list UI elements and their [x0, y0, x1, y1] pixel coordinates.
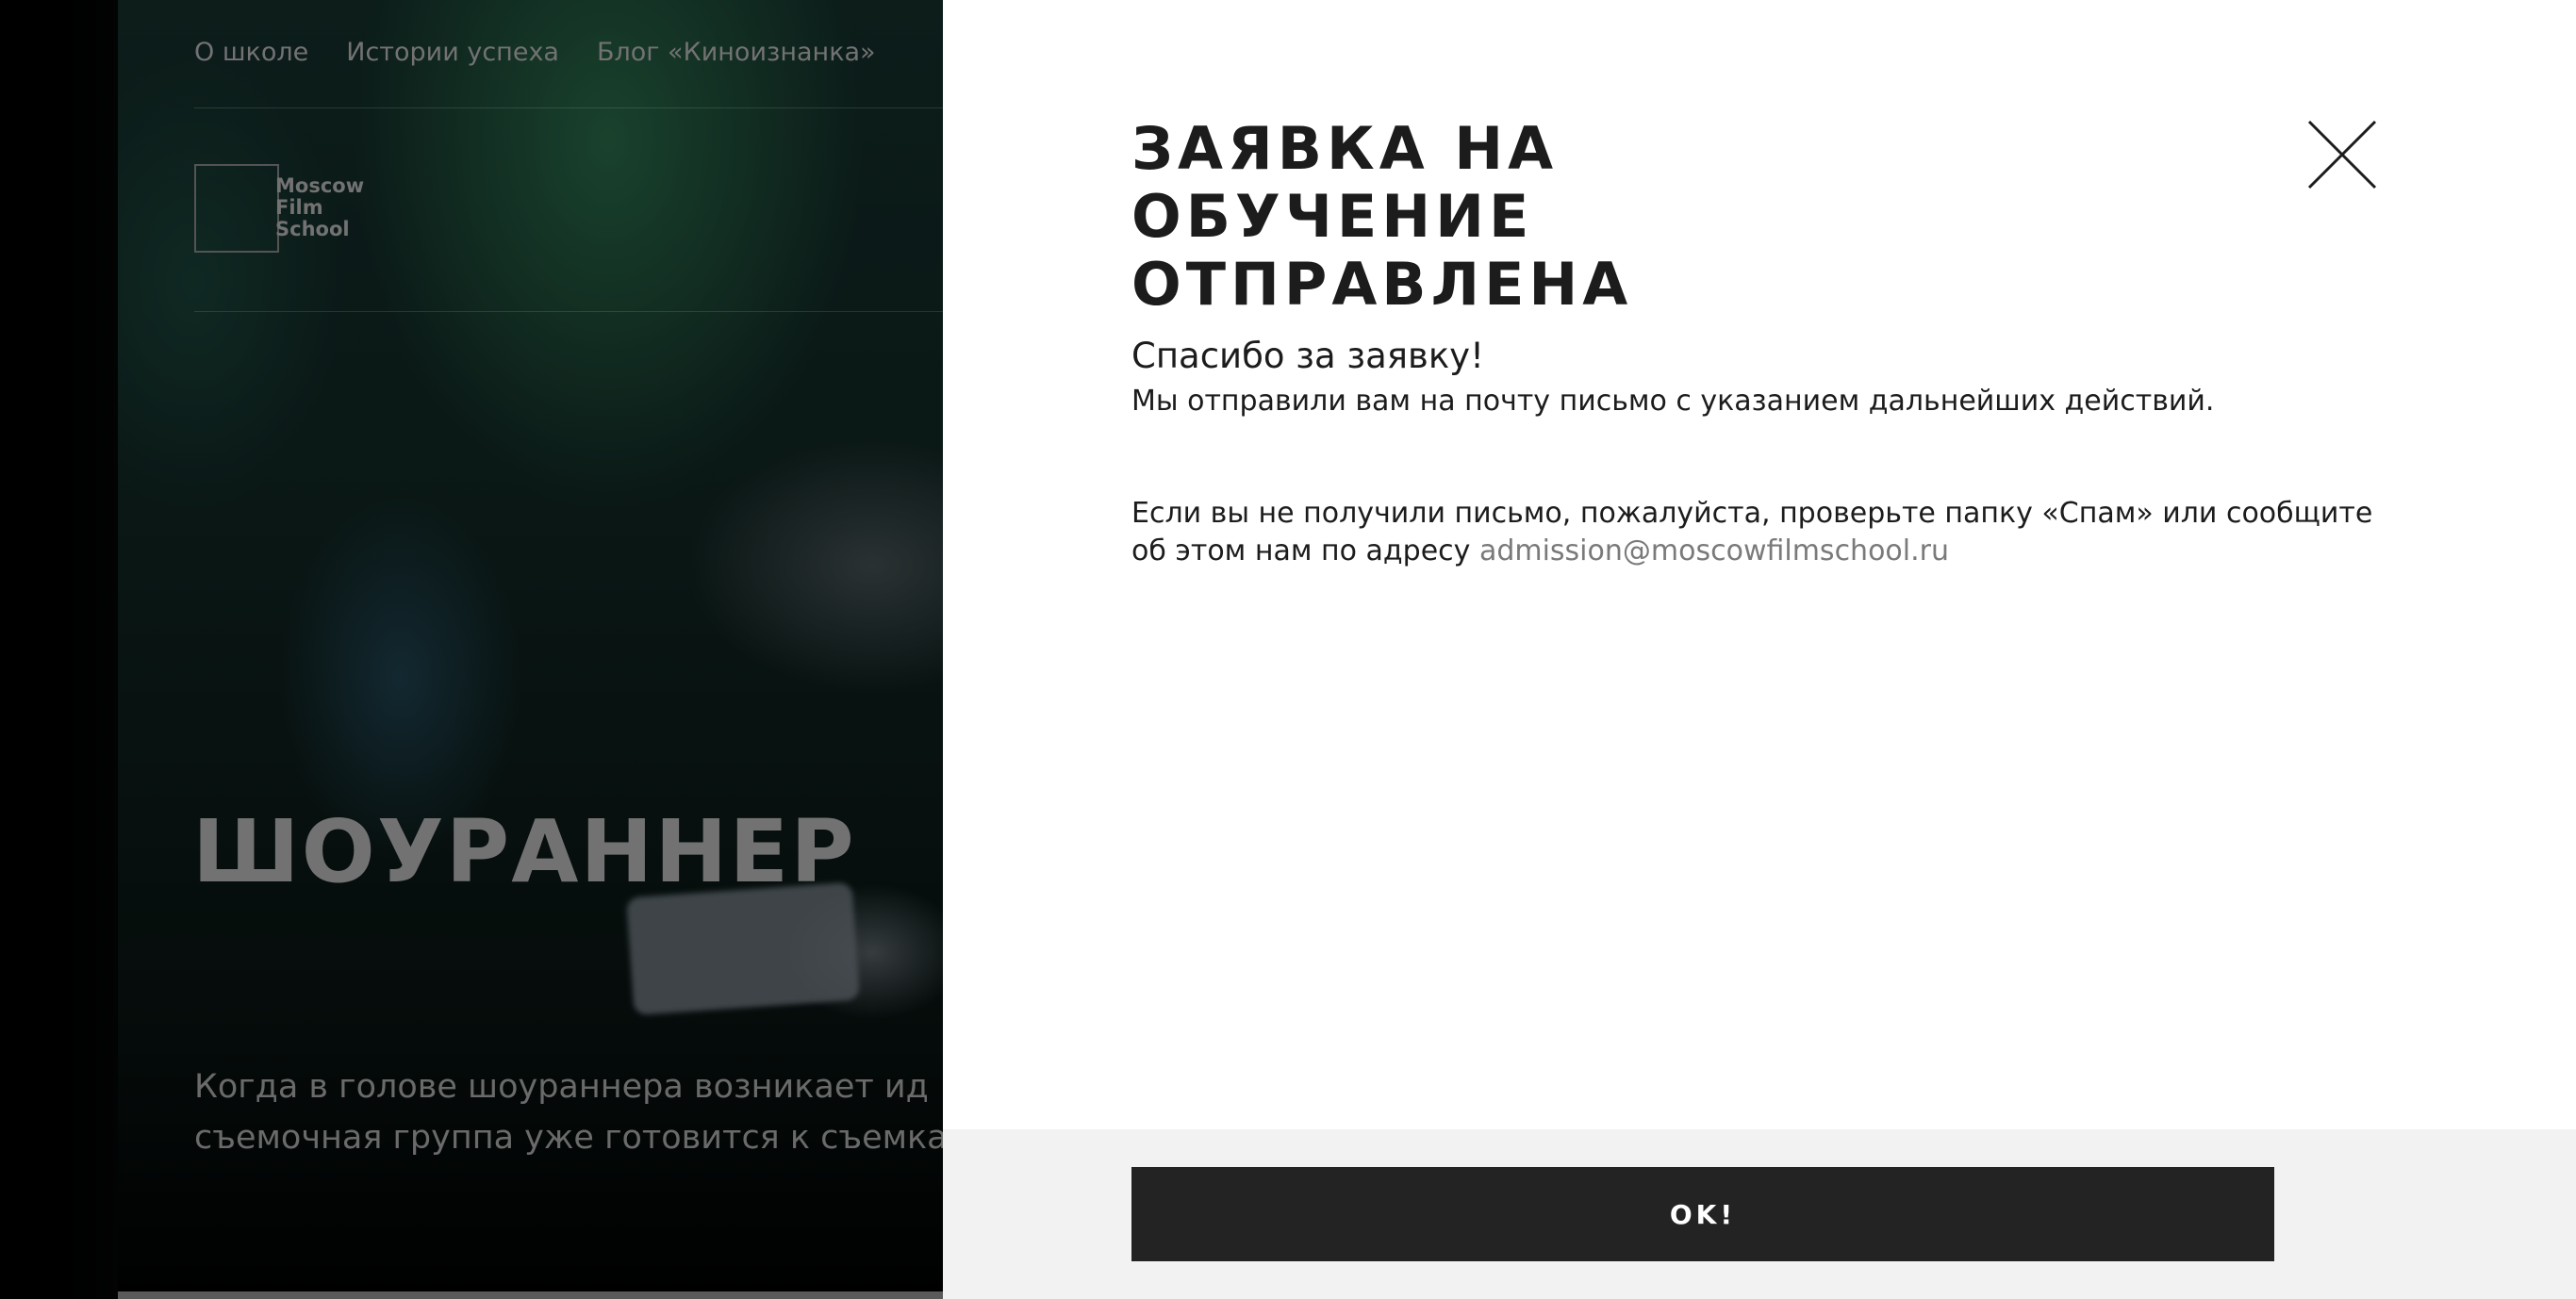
logo-divider — [194, 311, 943, 312]
admission-email-link[interactable]: admission@moscowfilmschool.ru — [1479, 534, 1949, 567]
close-icon — [2307, 120, 2377, 189]
ok-button[interactable]: OK! — [1131, 1167, 2274, 1261]
logo-text: Moscow Film School — [275, 175, 370, 240]
logo-line-3: School — [275, 218, 350, 240]
close-button[interactable] — [2306, 119, 2378, 190]
course-description-line-1: Когда в голове шоураннера возникает ид — [194, 1068, 929, 1106]
school-logo[interactable]: Moscow Film School — [194, 164, 364, 258]
application-sent-modal: ЗАЯВКА НА ОБУЧЕНИЕ ОТПРАВЛЕНА Спасибо за… — [943, 0, 2576, 1299]
header-divider — [194, 107, 943, 108]
top-navigation: О школе Истории успеха Блог «Киноизнанка… — [194, 38, 876, 67]
hero-left-shade — [0, 0, 118, 1299]
modal-footer: OK! — [943, 1129, 2576, 1299]
spam-notice: Если вы не получили письмо, пожалуйста, … — [1131, 495, 2376, 570]
background-page: О школе Истории успеха Блог «Киноизнанка… — [0, 0, 943, 1299]
logo-frame-icon — [194, 164, 279, 253]
sent-message: Мы отправили вам на почту письмо с указа… — [1131, 385, 2215, 418]
course-description-line-2: съемочная группа уже готовится к съемка — [194, 1119, 943, 1157]
logo-line-2: Film — [275, 196, 323, 219]
nav-item-blog[interactable]: Блог «Киноизнанка» — [597, 38, 876, 67]
logo-line-1: Moscow — [275, 174, 365, 197]
course-description: Когда в голове шоураннера возникает ид с… — [194, 1061, 943, 1163]
course-title: ШОУРАННЕР — [192, 801, 856, 902]
hero-progress-bar — [118, 1291, 943, 1299]
modal-title: ЗАЯВКА НА ОБУЧЕНИЕ ОТПРАВЛЕНА — [1131, 114, 1633, 319]
nav-item-about[interactable]: О школе — [194, 38, 308, 67]
thanks-heading: Спасибо за заявку! — [1131, 336, 1484, 376]
nav-item-success-stories[interactable]: Истории успеха — [346, 38, 559, 67]
